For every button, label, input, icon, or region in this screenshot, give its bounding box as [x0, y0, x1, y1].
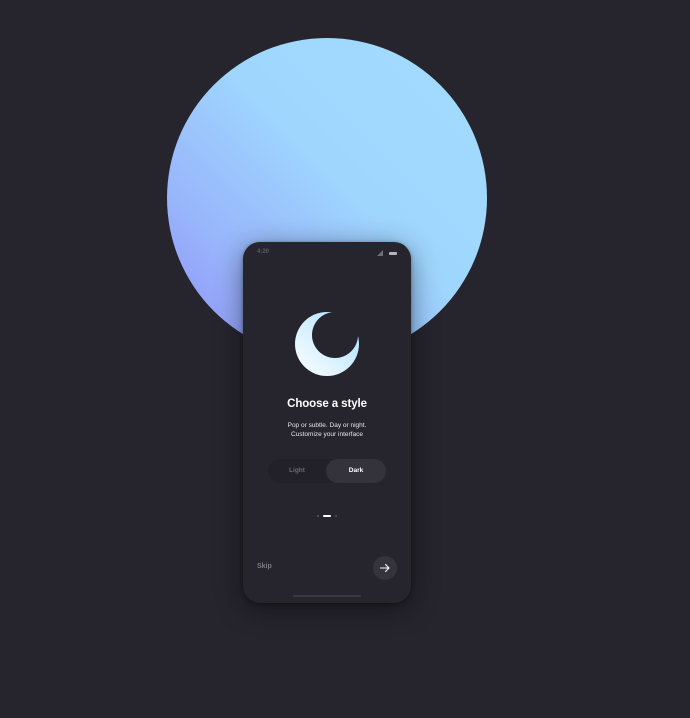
phone-mockup: 4:20 Choose a style Pop or subtle. Day o…	[243, 242, 411, 603]
pagination-dot	[317, 515, 319, 517]
toggle-option-dark[interactable]: Dark	[326, 459, 386, 483]
subtitle-line-2: Customize your interface	[291, 431, 363, 438]
status-bar: 4:20	[243, 242, 411, 264]
page-subtitle: Pop or subtle. Day or night. Customize y…	[243, 421, 411, 439]
moon-icon	[295, 312, 359, 376]
pagination-dot	[335, 515, 337, 517]
subtitle-line-1: Pop or subtle. Day or night.	[287, 422, 367, 429]
home-indicator	[293, 595, 361, 597]
arrow-right-icon	[379, 563, 390, 573]
pagination-dot-active	[323, 515, 331, 517]
next-button[interactable]	[373, 556, 397, 580]
theme-toggle: Light Dark	[268, 459, 386, 483]
stage: 4:20 Choose a style Pop or subtle. Day o…	[0, 0, 690, 718]
pagination-dots	[243, 514, 411, 518]
skip-button[interactable]: Skip	[257, 563, 272, 570]
toggle-option-light[interactable]: Light	[268, 459, 326, 483]
page-title: Choose a style	[287, 398, 367, 410]
battery-icon	[389, 252, 397, 255]
signal-icon	[377, 250, 383, 256]
status-time: 4:20	[257, 249, 270, 255]
